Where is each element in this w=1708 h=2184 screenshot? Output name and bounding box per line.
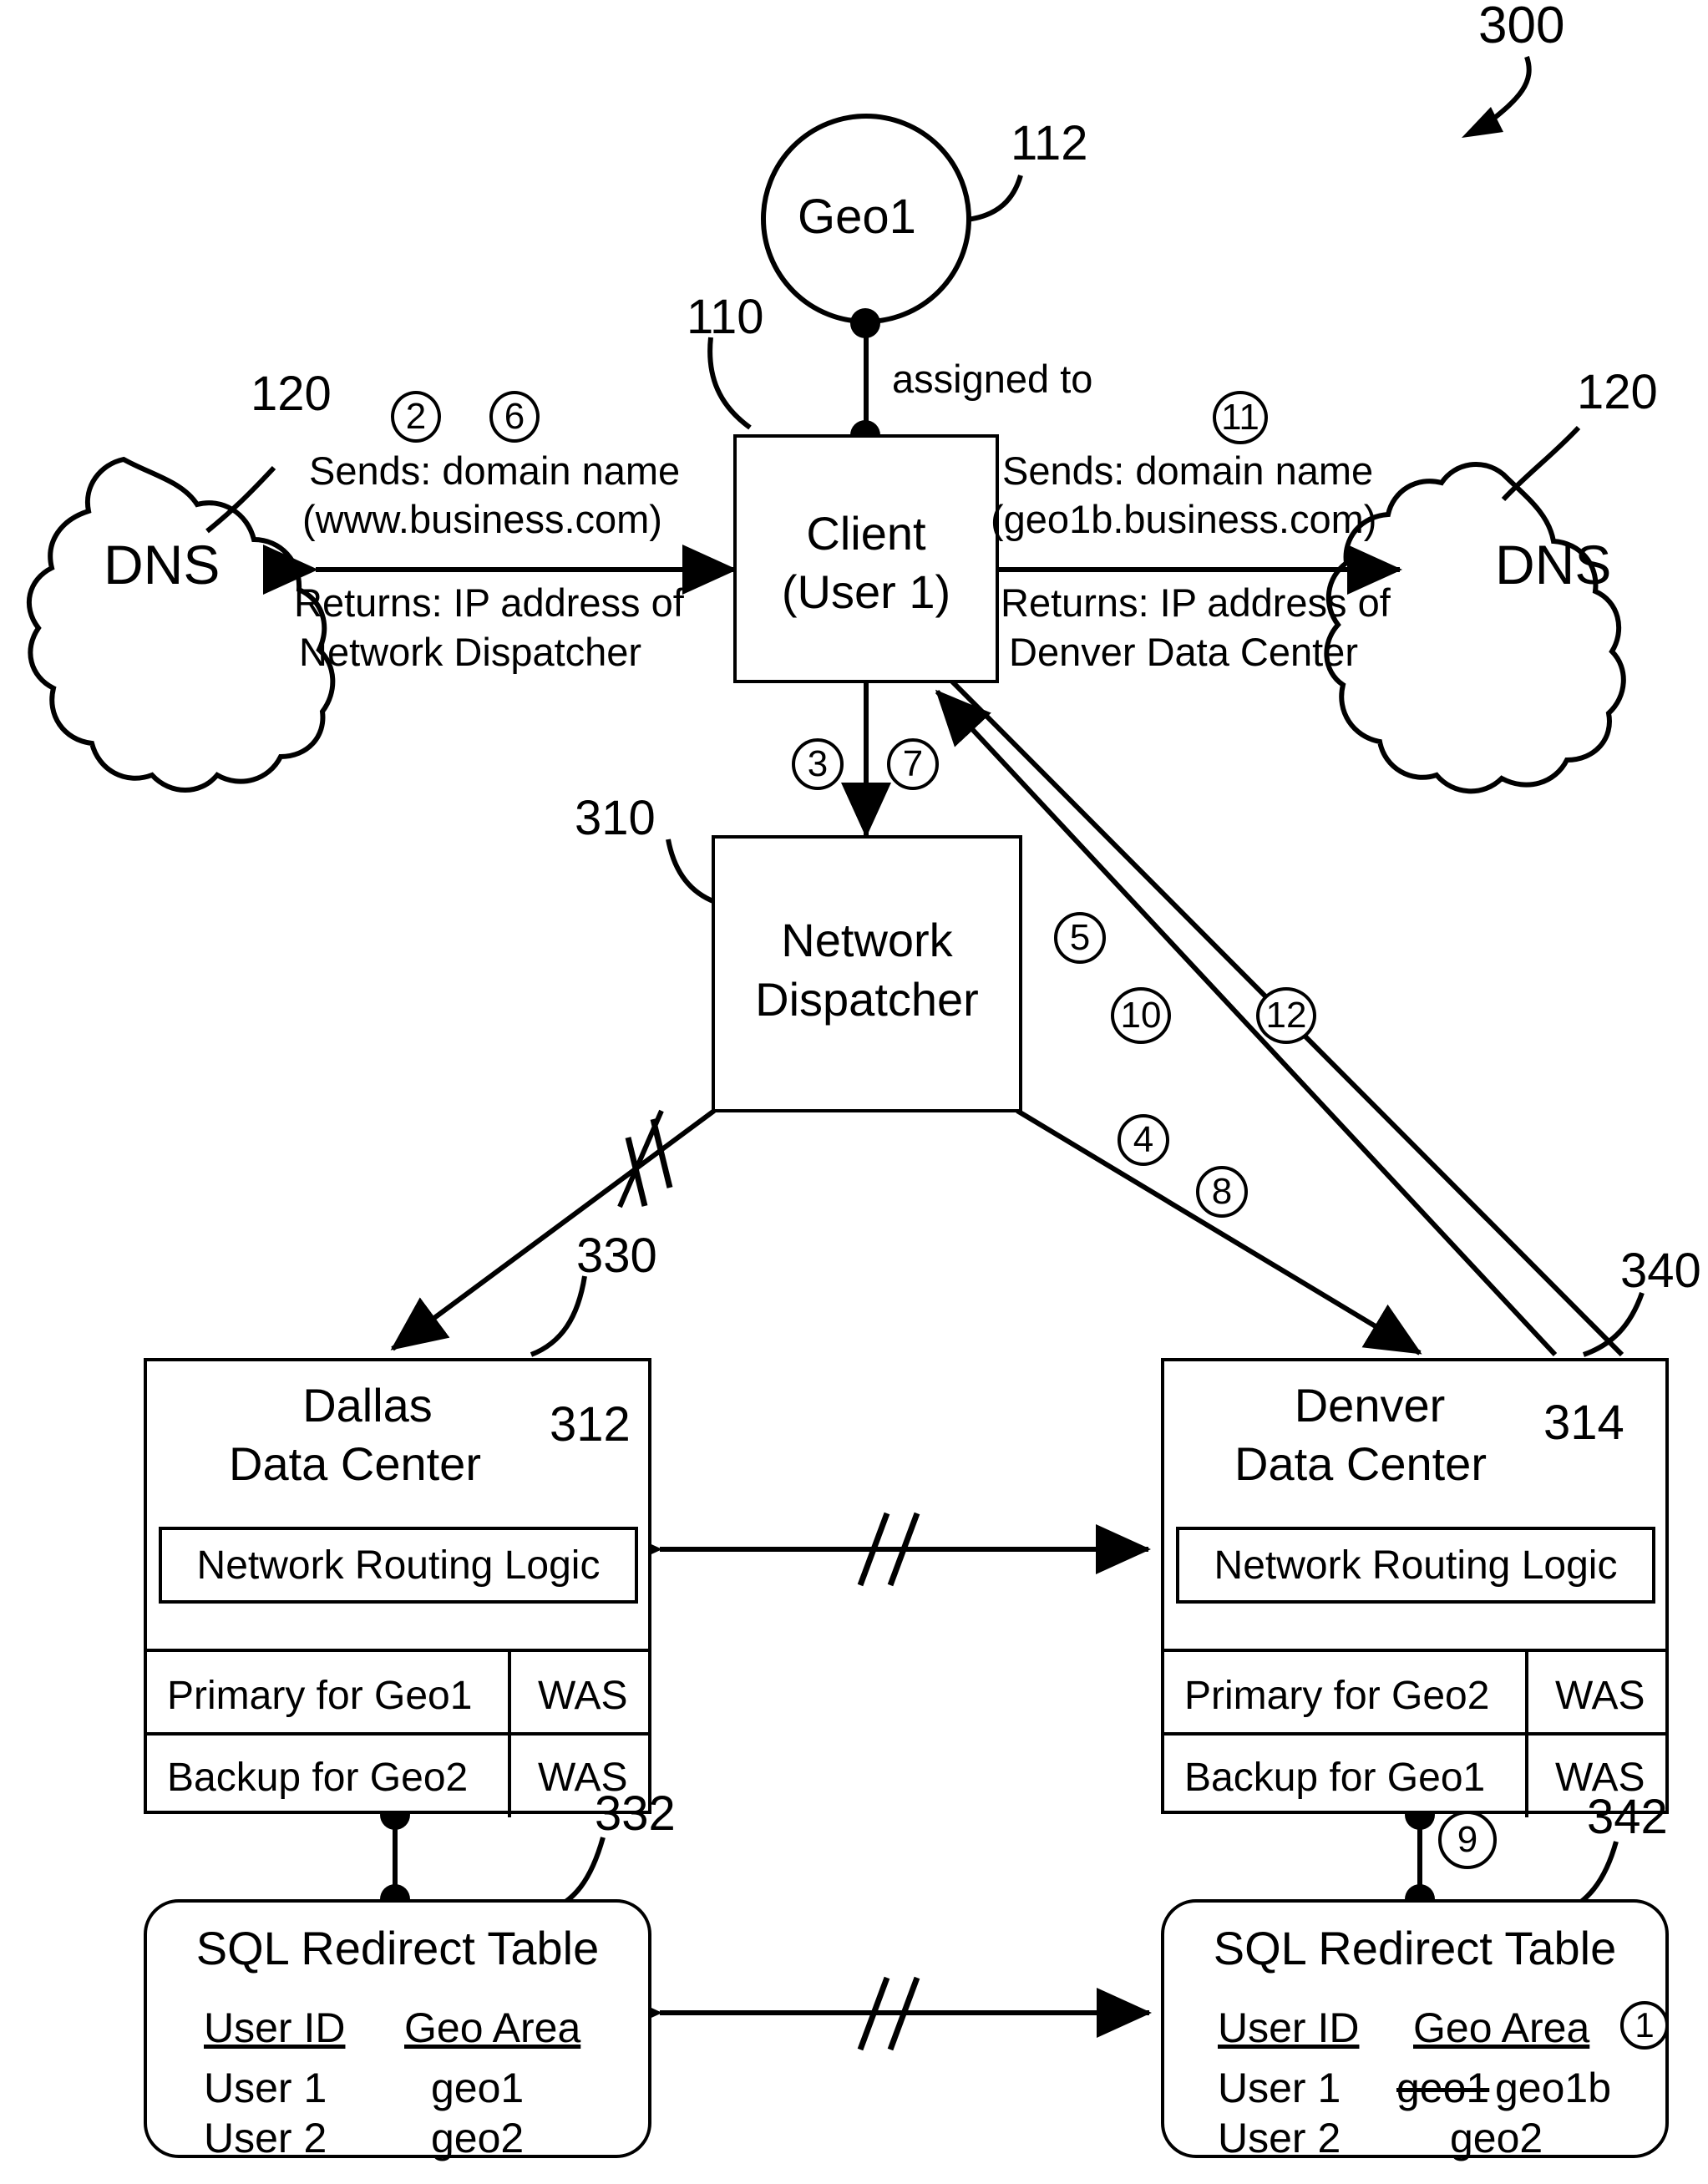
dallas-row-0-role: Primary for Geo1 — [167, 1674, 473, 1718]
denver-row-1-divider — [1525, 1736, 1528, 1817]
dns-left-returns-line2: Network Dispatcher — [299, 630, 642, 674]
ref-110-leader — [707, 337, 752, 430]
ref-120-right-leader — [1501, 425, 1581, 502]
sql-left-row-1-geo: geo2 — [431, 2115, 525, 2161]
ref-340: 340 — [1620, 1244, 1701, 1298]
dns-right-returns-line2: Denver Data Center — [1009, 630, 1358, 674]
dallas-routing-logic-box: Network Routing Logic — [159, 1527, 638, 1604]
ref-112-leader — [966, 175, 1023, 222]
sql-left-row-0-geo: geo1 — [431, 2065, 525, 2111]
denver-title-line1: Denver — [1294, 1379, 1446, 1432]
dns-left-returns-line1: Returns: IP address of — [294, 580, 684, 625]
denver-row-1-role: Backup for Geo1 — [1184, 1756, 1486, 1800]
step-circle-11: 11 — [1213, 391, 1268, 444]
ref-120-right: 120 — [1577, 365, 1658, 419]
figure-number: 300 — [1478, 0, 1565, 54]
sql-left-col-user: User ID — [204, 2004, 346, 2051]
dallas-row-0: Primary for Geo1 WAS — [144, 1649, 651, 1736]
dns-right-sends-line1: Sends: domain name — [1002, 448, 1374, 493]
client-label-line2: (User 1) — [781, 565, 951, 618]
dallas-row-1-divider — [508, 1736, 511, 1817]
sql-right-row-0-geo: geo1b — [1495, 2065, 1612, 2111]
patent-figure-canvas: 300 Geo1 112 Client (User 1) 110 assigne… — [0, 0, 1708, 2184]
step-circle-4: 4 — [1118, 1114, 1169, 1166]
dallas-row-0-server: WAS — [538, 1674, 628, 1718]
step-circle-6: 6 — [489, 391, 540, 443]
table-table-link — [607, 1976, 1152, 2051]
dispatcher-dallas-arrow — [390, 1108, 716, 1351]
denver-title-line2: Data Center — [1234, 1437, 1487, 1490]
denver-routing-logic-box: Network Routing Logic — [1176, 1527, 1655, 1604]
step-circle-10: 10 — [1111, 987, 1171, 1044]
dns-left-cloud — [26, 456, 336, 793]
geo1-label: Geo1 — [798, 190, 916, 244]
ref-314: 314 — [1543, 1396, 1624, 1450]
ref-340-leader — [1583, 1292, 1645, 1357]
step-circle-3: 3 — [792, 738, 844, 790]
ref-342: 342 — [1587, 1790, 1668, 1844]
ref-120-left-leader — [205, 465, 276, 534]
dns-right-sends-line2: (geo1b.business.com) — [991, 497, 1377, 541]
ref-330-leader — [530, 1275, 587, 1357]
denver-row-0-role: Primary for Geo2 — [1184, 1674, 1490, 1718]
dallas-title-line2: Data Center — [229, 1437, 481, 1490]
figure-number-leader — [1462, 56, 1532, 138]
ref-110: 110 — [687, 290, 764, 344]
denver-row-0-server: WAS — [1555, 1674, 1645, 1718]
sql-left-col-geo: Geo Area — [404, 2004, 581, 2051]
dallas-routing-logic-label: Network Routing Logic — [196, 1543, 601, 1588]
denver-row-0: Primary for Geo2 WAS — [1161, 1649, 1669, 1736]
dispatcher-label-line1: Network — [781, 914, 953, 966]
ref-330: 330 — [576, 1229, 657, 1283]
step-circle-1: 1 — [1620, 2001, 1669, 2050]
dns-left-sends-line1: Sends: domain name — [309, 448, 681, 493]
step-circle-8: 8 — [1196, 1166, 1248, 1218]
dispatcher-label-line2: Dispatcher — [755, 973, 979, 1026]
sql-right-row-0-user: User 1 — [1218, 2065, 1341, 2111]
ref-112: 112 — [1011, 116, 1088, 170]
step-circle-9: 9 — [1438, 1811, 1497, 1869]
denver-routing-logic-label: Network Routing Logic — [1214, 1543, 1618, 1588]
dns-right-returns-line1: Returns: IP address of — [1001, 580, 1391, 625]
sql-right-title: SQL Redirect Table — [1213, 1922, 1617, 1974]
dns-left-label: DNS — [104, 534, 220, 595]
ref-310: 310 — [575, 791, 656, 845]
step-circle-5: 5 — [1054, 912, 1106, 964]
ref-312: 312 — [550, 1397, 631, 1452]
client-label-line1: Client — [806, 507, 926, 560]
dallas-row-0-divider — [508, 1652, 511, 1736]
ref-120-left: 120 — [251, 367, 332, 421]
dns-left-sends-line2: (www.business.com) — [302, 497, 662, 541]
sql-right-col-user: User ID — [1218, 2004, 1360, 2051]
geo1-connector-dot-top — [850, 308, 880, 338]
dallas-title-line1: Dallas — [302, 1379, 433, 1432]
denver-row-0-divider — [1525, 1652, 1528, 1736]
ref-332: 332 — [595, 1786, 676, 1841]
sql-left-row-0-user: User 1 — [204, 2065, 327, 2111]
dallas-row-1-role: Backup for Geo2 — [167, 1756, 469, 1800]
sql-right-row-1-user: User 2 — [1218, 2115, 1341, 2161]
sql-right-col-geo: Geo Area — [1413, 2004, 1590, 2051]
break-mark-dispatcher-dallas — [625, 1118, 673, 1207]
dispatcher-denver-arrows — [1016, 1108, 1422, 1355]
step-circle-12: 12 — [1256, 987, 1316, 1044]
step-circle-2: 2 — [391, 391, 441, 443]
assigned-to-label: assigned to — [892, 357, 1093, 401]
dallas-denver-link — [607, 1512, 1151, 1587]
sql-right-row-1-geo: geo2 — [1450, 2115, 1543, 2161]
dns-right-label: DNS — [1495, 534, 1612, 595]
sql-left-row-1-user: User 2 — [204, 2115, 327, 2161]
sql-right-row-0-geo-old: geo1 — [1396, 2065, 1490, 2111]
dallas-row-1: Backup for Geo2 WAS — [144, 1732, 651, 1817]
sql-left-title: SQL Redirect Table — [195, 1922, 600, 1974]
step-circle-7: 7 — [887, 738, 939, 790]
